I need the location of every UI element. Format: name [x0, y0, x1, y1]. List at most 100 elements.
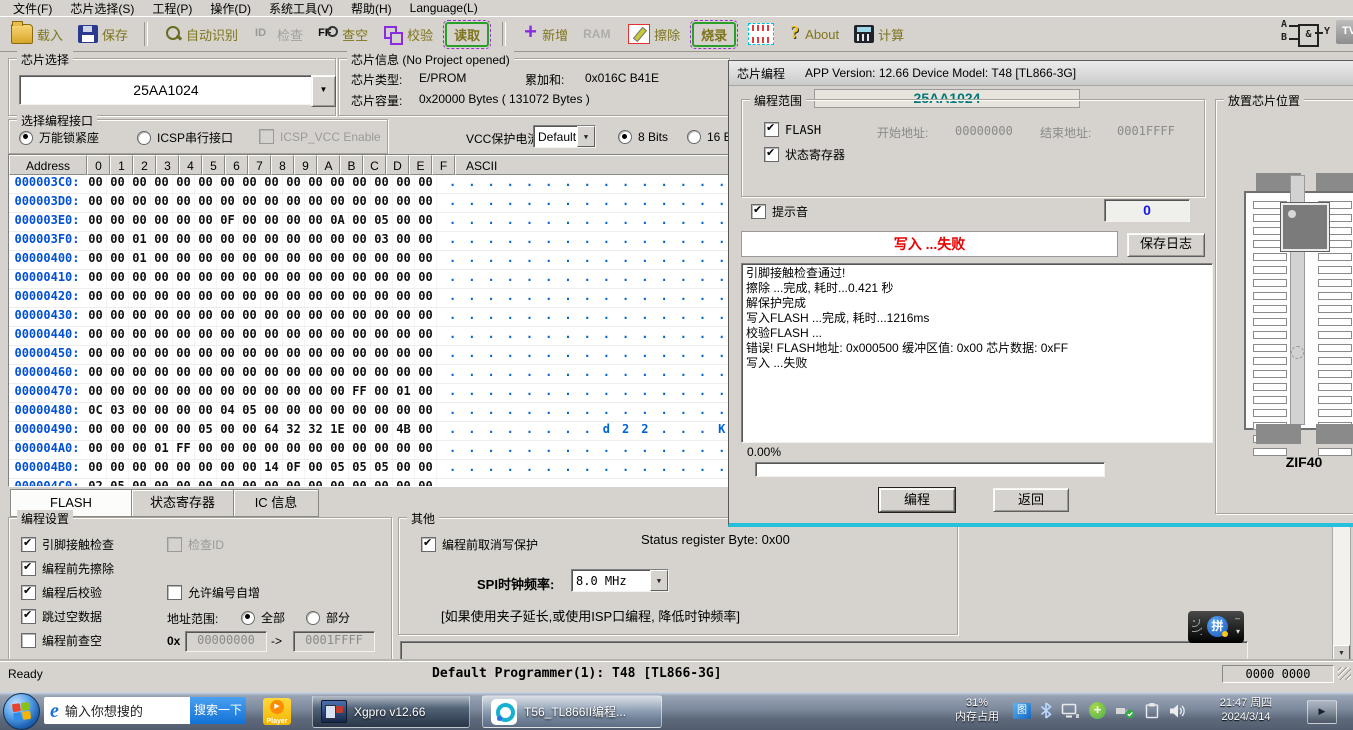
byte-cell[interactable]: 00: [129, 289, 151, 307]
calc-button[interactable]: 计算: [851, 23, 907, 46]
byte-cell[interactable]: 00: [415, 403, 437, 421]
byte-cell[interactable]: 00: [107, 384, 129, 402]
chip-select-value[interactable]: 25AA1024: [19, 75, 313, 105]
byte-cell[interactable]: 01: [393, 384, 415, 402]
byte-cell[interactable]: 00: [217, 308, 239, 326]
byte-cell[interactable]: 00: [239, 422, 261, 440]
tv-icon[interactable]: TV: [1336, 20, 1353, 44]
menu-item-3[interactable]: 操作(D): [201, 0, 260, 17]
byte-cell[interactable]: 00: [151, 175, 173, 193]
network-icon[interactable]: [1061, 703, 1080, 719]
byte-cell[interactable]: 01: [151, 441, 173, 459]
byte-cell[interactable]: 00: [85, 384, 107, 402]
byte-cell[interactable]: 00: [239, 194, 261, 212]
byte-cell[interactable]: 00: [283, 232, 305, 250]
checkbox-blank-check[interactable]: 编程前查空: [21, 632, 102, 649]
byte-cell[interactable]: 00: [85, 289, 107, 307]
byte-cell[interactable]: 00: [393, 251, 415, 269]
start-button[interactable]: [3, 693, 40, 730]
byte-cell[interactable]: 00: [261, 213, 283, 231]
byte-cell[interactable]: FF: [173, 441, 195, 459]
checkbox-icsp-vcc[interactable]: ICSP_VCC Enable: [259, 129, 381, 144]
chevron-down-icon[interactable]: ▾: [1236, 627, 1240, 636]
byte-cell[interactable]: 00: [283, 251, 305, 269]
byte-cell[interactable]: 05: [371, 460, 393, 478]
drag-handle-icon[interactable]: [1192, 619, 1202, 635]
byte-cell[interactable]: 00: [415, 175, 437, 193]
byte-cell[interactable]: 00: [393, 308, 415, 326]
radio-range-all[interactable]: 全部: [241, 609, 285, 626]
byte-cell[interactable]: 32: [283, 422, 305, 440]
byte-cell[interactable]: 00: [371, 175, 393, 193]
byte-cell[interactable]: 00: [415, 213, 437, 231]
ram-button[interactable]: [580, 23, 616, 45]
byte-cell[interactable]: 00: [305, 403, 327, 421]
menu-item-6[interactable]: Language(L): [401, 1, 487, 15]
byte-cell[interactable]: 00: [85, 308, 107, 326]
dialog-titlebar[interactable]: 芯片编程 APP Version: 12.66 Device Model: T4…: [729, 61, 1353, 86]
byte-cell[interactable]: 00: [327, 194, 349, 212]
byte-cell[interactable]: 00: [415, 289, 437, 307]
byte-cell[interactable]: 00: [393, 403, 415, 421]
byte-cell[interactable]: 00: [349, 213, 371, 231]
byte-cell[interactable]: 14: [261, 460, 283, 478]
byte-cell[interactable]: 64: [261, 422, 283, 440]
byte-cell[interactable]: 00: [371, 327, 393, 345]
byte-cell[interactable]: 00: [393, 270, 415, 288]
byte-cell[interactable]: 00: [129, 460, 151, 478]
byte-cell[interactable]: 00: [173, 251, 195, 269]
byte-cell[interactable]: 00: [261, 327, 283, 345]
byte-cell[interactable]: 00: [327, 232, 349, 250]
byte-cell[interactable]: 00: [151, 365, 173, 383]
byte-cell[interactable]: 00: [85, 441, 107, 459]
byte-cell[interactable]: 00: [173, 289, 195, 307]
byte-cell[interactable]: 00: [107, 346, 129, 364]
byte-cell[interactable]: 00: [305, 289, 327, 307]
byte-cell[interactable]: 05: [239, 403, 261, 421]
byte-cell[interactable]: 00: [371, 289, 393, 307]
byte-cell[interactable]: 00: [305, 365, 327, 383]
byte-cell[interactable]: 00: [371, 384, 393, 402]
byte-cell[interactable]: 00: [129, 175, 151, 193]
byte-cell[interactable]: 05: [195, 422, 217, 440]
byte-cell[interactable]: 00: [305, 460, 327, 478]
antivirus-icon[interactable]: +: [1089, 702, 1106, 719]
byte-cell[interactable]: 00: [107, 365, 129, 383]
byte-cell[interactable]: 4B: [393, 422, 415, 440]
byte-cell[interactable]: 00: [261, 365, 283, 383]
byte-cell[interactable]: 00: [415, 270, 437, 288]
radio-universal-socket[interactable]: 万能锁紧座: [19, 129, 99, 146]
byte-cell[interactable]: 00: [107, 422, 129, 440]
byte-cell[interactable]: 00: [393, 460, 415, 478]
byte-cell[interactable]: 00: [217, 422, 239, 440]
byte-cell[interactable]: 00: [393, 327, 415, 345]
byte-cell[interactable]: 00: [151, 403, 173, 421]
byte-cell[interactable]: 00: [305, 346, 327, 364]
byte-cell[interactable]: 00: [217, 270, 239, 288]
byte-cell[interactable]: 00: [173, 384, 195, 402]
byte-cell[interactable]: 32: [305, 422, 327, 440]
byte-cell[interactable]: 00: [217, 251, 239, 269]
byte-cell[interactable]: 00: [85, 270, 107, 288]
byte-cell[interactable]: 00: [327, 365, 349, 383]
byte-cell[interactable]: 00: [85, 213, 107, 231]
menu-item-5[interactable]: 帮助(H): [342, 0, 401, 17]
byte-cell[interactable]: 00: [173, 365, 195, 383]
usb-icon[interactable]: [1115, 703, 1135, 719]
byte-cell[interactable]: 00: [349, 346, 371, 364]
byte-cell[interactable]: 00: [371, 251, 393, 269]
byte-cell[interactable]: 00: [239, 270, 261, 288]
byte-cell[interactable]: 00: [305, 213, 327, 231]
byte-cell[interactable]: 00: [195, 365, 217, 383]
byte-cell[interactable]: 00: [151, 422, 173, 440]
byte-cell[interactable]: 00: [415, 232, 437, 250]
byte-cell[interactable]: 00: [305, 384, 327, 402]
byte-cell[interactable]: 00: [349, 270, 371, 288]
byte-cell[interactable]: 00: [151, 194, 173, 212]
burn-button[interactable]: 烧录: [692, 22, 736, 47]
byte-cell[interactable]: 00: [261, 384, 283, 402]
byte-cell[interactable]: 00: [261, 289, 283, 307]
bluetooth-icon[interactable]: [1040, 702, 1052, 719]
erase-button[interactable]: 擦除: [625, 22, 683, 46]
byte-cell[interactable]: 00: [195, 175, 217, 193]
